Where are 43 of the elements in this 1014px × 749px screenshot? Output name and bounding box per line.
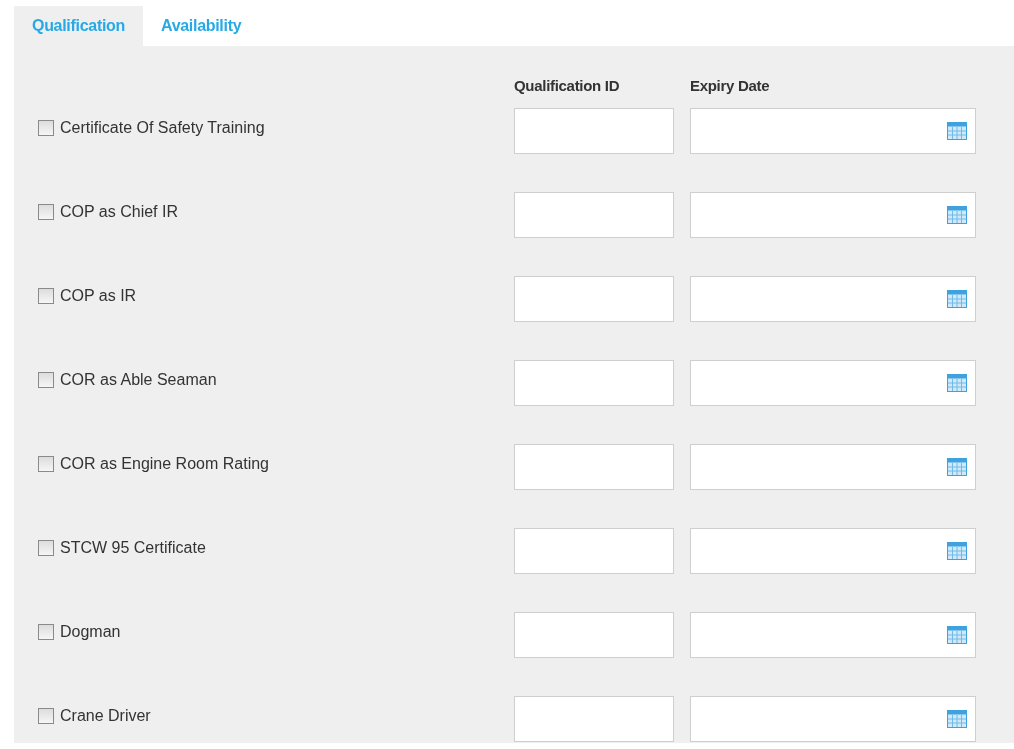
checkbox[interactable] <box>38 540 54 556</box>
qualification-id-field[interactable] <box>514 444 674 490</box>
checkbox[interactable] <box>38 288 54 304</box>
expiry-date-field[interactable] <box>690 528 976 574</box>
calendar-icon[interactable] <box>947 626 967 644</box>
calendar-icon[interactable] <box>947 122 967 140</box>
qualification-id-field[interactable] <box>514 108 674 154</box>
qualification-label: COR as Able Seaman <box>60 371 217 389</box>
expiry-date-field[interactable] <box>690 108 976 154</box>
tab[interactable]: Qualification <box>14 6 143 46</box>
qualification-label: COP as IR <box>60 287 137 305</box>
checkbox[interactable] <box>38 456 54 472</box>
qualification-id-field[interactable] <box>514 360 674 406</box>
qualification-id-field[interactable] <box>514 696 674 742</box>
checkbox[interactable] <box>38 708 54 724</box>
calendar-icon[interactable] <box>947 206 967 224</box>
qualification-label: Crane Driver <box>60 707 151 725</box>
calendar-icon[interactable] <box>947 542 967 560</box>
checkbox[interactable] <box>38 120 54 136</box>
column-header: Expiry Date <box>690 76 771 94</box>
calendar-icon[interactable] <box>947 458 967 476</box>
expiry-date-field[interactable] <box>690 192 976 238</box>
qualification-id-field[interactable] <box>514 276 674 322</box>
qualification-id-field[interactable] <box>514 528 674 574</box>
checkbox[interactable] <box>38 204 54 220</box>
checkbox[interactable] <box>38 624 54 640</box>
calendar-icon[interactable] <box>947 290 967 308</box>
qualification-id-field[interactable] <box>514 612 674 658</box>
qualification-label: COR as Engine Room Rating <box>60 455 269 473</box>
expiry-date-field[interactable] <box>690 696 976 742</box>
column-header: Qualification ID <box>514 76 621 94</box>
expiry-date-field[interactable] <box>690 612 976 658</box>
checkbox[interactable] <box>38 372 54 388</box>
calendar-icon[interactable] <box>947 710 967 728</box>
expiry-date-field[interactable] <box>690 360 976 406</box>
qualification-label: STCW 95 Certificate <box>60 539 206 557</box>
qualification-label: Certificate Of Safety Training <box>60 119 265 137</box>
qualification-id-field[interactable] <box>514 192 674 238</box>
qualification-label: COP as Chief IR <box>60 203 178 221</box>
calendar-icon[interactable] <box>947 374 967 392</box>
expiry-date-field[interactable] <box>690 444 976 490</box>
expiry-date-field[interactable] <box>690 276 976 322</box>
qualification-label: Dogman <box>60 623 121 641</box>
